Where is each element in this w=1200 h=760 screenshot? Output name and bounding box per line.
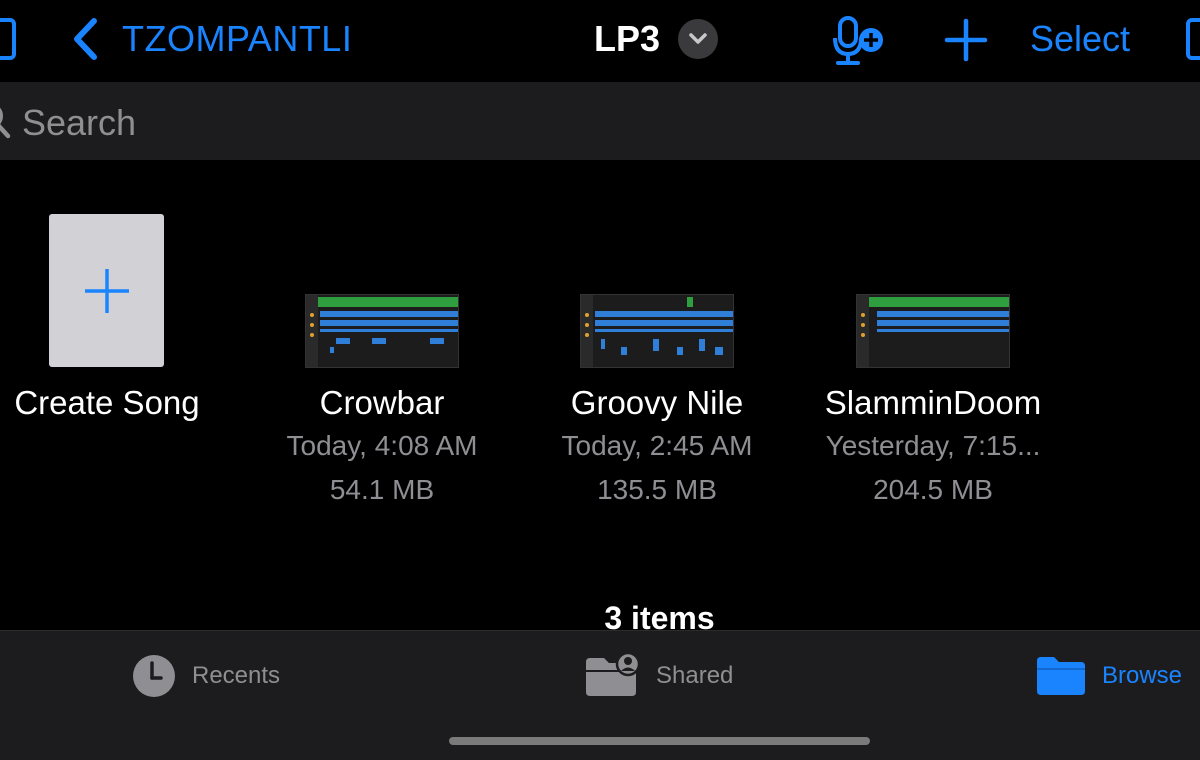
- tab-recents-label: Recents: [192, 662, 281, 689]
- info-panel-icon[interactable]: [1186, 18, 1200, 60]
- folder-icon: [1037, 657, 1085, 695]
- title-menu[interactable]: LP3: [594, 17, 719, 61]
- page-title: LP3: [594, 18, 661, 59]
- back-button[interactable]: TZOMPANTLI: [72, 14, 352, 64]
- add-icon[interactable]: [944, 18, 988, 62]
- song-size: 135.5 MB: [597, 474, 717, 505]
- home-indicator[interactable]: [449, 737, 870, 745]
- create-song-label[interactable]: Create Song: [0, 384, 214, 422]
- song-date: Today, 2:45 AM: [561, 430, 753, 461]
- microphone-add-icon[interactable]: [832, 16, 884, 66]
- shared-folder-icon: [586, 654, 640, 696]
- search-field[interactable]: [0, 82, 1200, 160]
- create-song-button[interactable]: [49, 214, 164, 367]
- song-size: 204.5 MB: [873, 474, 993, 505]
- clock-icon: [133, 655, 175, 697]
- song-item[interactable]: Crowbar Today, 4:08 AM 54.1 MB: [250, 384, 514, 514]
- song-item[interactable]: Groovy Nile Today, 2:45 AM 135.5 MB: [525, 384, 789, 514]
- song-name: SlamminDoom: [824, 384, 1042, 421]
- song-thumbnail[interactable]: [580, 294, 734, 368]
- tab-shared-label: Shared: [656, 662, 734, 689]
- song-item[interactable]: SlamminDoom Yesterday, 7:15... 204.5 MB: [801, 384, 1065, 514]
- song-thumbnail[interactable]: [305, 294, 459, 368]
- song-size: 54.1 MB: [329, 474, 435, 505]
- tab-shared[interactable]: Shared: [584, 654, 733, 698]
- chevron-left-icon: [74, 18, 97, 60]
- tab-recents[interactable]: Recents: [132, 654, 280, 698]
- song-date: Yesterday, 7:15...: [825, 430, 1041, 461]
- navigation-bar: TZOMPANTLI LP3 Select: [0, 0, 1200, 82]
- song-name: Groovy Nile: [570, 384, 744, 421]
- plus-icon: [84, 268, 129, 313]
- song-thumbnail[interactable]: [856, 294, 1010, 368]
- tab-browse[interactable]: Browse: [1036, 654, 1182, 698]
- search-icon: [0, 107, 11, 139]
- sidebar-toggle-icon[interactable]: [0, 18, 16, 60]
- search-placeholder: Search: [22, 102, 137, 143]
- back-button-label: TZOMPANTLI: [122, 18, 353, 59]
- song-name: Crowbar: [319, 384, 445, 421]
- song-date: Today, 4:08 AM: [286, 430, 478, 461]
- tab-browse-label: Browse: [1102, 662, 1183, 689]
- chevron-down-icon[interactable]: [678, 19, 719, 59]
- select-button[interactable]: Select: [1030, 18, 1130, 60]
